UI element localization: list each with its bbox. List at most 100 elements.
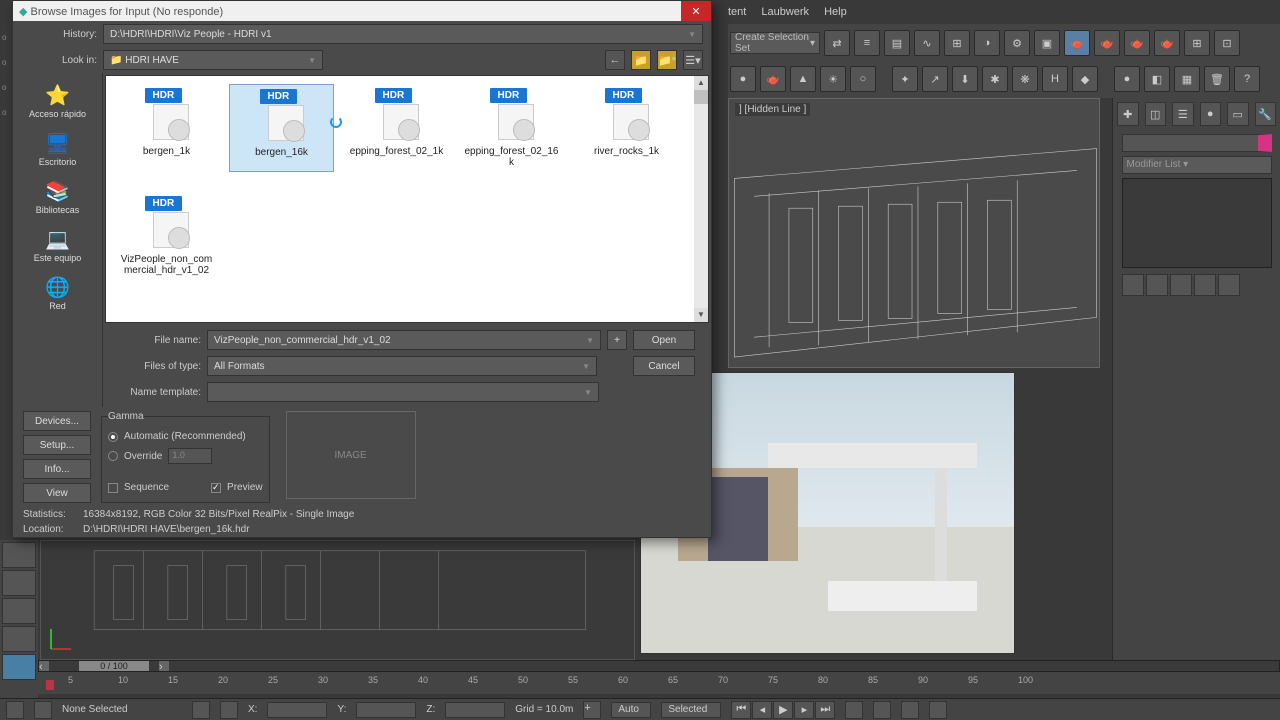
file-item[interactable]: HDRriver_rocks_1k [574, 84, 679, 172]
history-combo[interactable]: D:\HDRI\HDRI\Viz People - HDRI v1▼ [103, 24, 703, 44]
time-current-marker[interactable] [46, 680, 54, 690]
gamma-auto-radio[interactable] [108, 432, 118, 442]
file-scrollbar[interactable]: ▲ ▼ [694, 76, 708, 322]
menu-laubwerk[interactable]: Laubwerk [761, 6, 809, 18]
time-ruler[interactable]: 5101520253035404550556065707580859095100 [38, 672, 1280, 694]
shade-help-icon[interactable]: ? [1234, 66, 1260, 92]
gamma-spinner[interactable]: 1.0 [168, 448, 212, 464]
obj-sun-icon[interactable]: ☀ [820, 66, 846, 92]
preview-checkbox[interactable] [211, 483, 221, 493]
layout-btn-2[interactable] [2, 570, 36, 596]
file-item[interactable]: HDRbergen_1k [114, 84, 219, 172]
place-este-equipo[interactable]: 💻Este equipo [13, 221, 102, 269]
dialog-titlebar[interactable]: Browse Images for Input (No responde) ✕ [13, 1, 711, 21]
goto-start-icon[interactable]: ⏮ [731, 701, 751, 719]
time-slider-knob[interactable]: 0 / 100 [79, 661, 149, 671]
toolbar-teapot4-icon[interactable]: 🫖 [1154, 30, 1180, 56]
nav-zoom-icon[interactable] [873, 701, 891, 719]
layout-btn-1[interactable] [2, 542, 36, 568]
setup-button[interactable]: Setup... [23, 435, 91, 455]
fx-gravity-icon[interactable]: ⬇ [952, 66, 978, 92]
nav-pan-icon[interactable] [845, 701, 863, 719]
show-end-icon[interactable] [1146, 274, 1168, 296]
toolbar-render-icon[interactable]: 🫖 [1064, 30, 1090, 56]
obj-sphere-icon[interactable]: ● [730, 66, 756, 92]
toolbar-align-icon[interactable]: ≡ [854, 30, 880, 56]
place-escritorio[interactable]: 🖥Escritorio [13, 125, 102, 173]
scroll-down-icon[interactable]: ▼ [694, 308, 708, 322]
shade-box-icon[interactable]: ◧ [1144, 66, 1170, 92]
nav-up-icon[interactable]: 📁 [631, 50, 651, 70]
nav-max-icon[interactable] [929, 701, 947, 719]
place-bibliotecas[interactable]: 📚Bibliotecas [13, 173, 102, 221]
devices-button[interactable]: Devices... [23, 411, 91, 431]
menu-help[interactable]: Help [824, 6, 847, 18]
toolbar-render-setup-icon[interactable]: ⚙ [1004, 30, 1030, 56]
prev-frame-icon[interactable]: ◂ [752, 701, 772, 719]
view-button[interactable]: View [23, 483, 91, 503]
filename-plus-button[interactable]: + [607, 330, 627, 350]
hierarchy-tab-icon[interactable]: ☰ [1172, 102, 1194, 126]
keymode-combo[interactable]: Selected [661, 702, 721, 718]
time-scroll-right-icon[interactable]: › [159, 661, 169, 671]
shade-sphere-icon[interactable]: ● [1114, 66, 1140, 92]
pin-stack-icon[interactable] [1122, 274, 1144, 296]
viewport-orthographic[interactable] [40, 540, 635, 660]
file-item[interactable]: HDRVizPeople_non_commercial_hdr_v1_02 [114, 192, 219, 280]
fx-particle-icon[interactable]: ✦ [892, 66, 918, 92]
nav-orbit-icon[interactable] [901, 701, 919, 719]
create-tab-icon[interactable]: ✚ [1117, 102, 1139, 126]
modify-tab-icon[interactable]: ◫ [1145, 102, 1167, 126]
file-list-area[interactable]: HDRbergen_1kHDRbergen_16kHDRepping_fores… [105, 75, 709, 323]
play-icon[interactable]: ▶ [773, 701, 793, 719]
place-red[interactable]: 🌐Red [13, 269, 102, 317]
scroll-thumb[interactable] [694, 90, 708, 104]
toolbar-snap-icon[interactable]: ⊡ [1214, 30, 1240, 56]
info-button[interactable]: Info... [23, 459, 91, 479]
goto-end-icon[interactable]: ⏭ [815, 701, 835, 719]
obj-circle-icon[interactable]: ○ [850, 66, 876, 92]
autokey-button[interactable]: Auto [611, 702, 651, 718]
remove-mod-icon[interactable] [1194, 274, 1216, 296]
sequence-row[interactable]: Sequence Preview [108, 479, 263, 496]
place-acceso-rápido[interactable]: ⭐Acceso rápido [13, 77, 102, 125]
layout-btn-active[interactable] [2, 654, 36, 680]
nav-newfolder-icon[interactable]: 📁* [657, 50, 677, 70]
transform-lock-icon[interactable] [220, 701, 238, 719]
unique-icon[interactable] [1170, 274, 1192, 296]
shade-trash-icon[interactable]: 🗑 [1204, 66, 1230, 92]
toolbar-grid-icon[interactable]: ⊞ [1184, 30, 1210, 56]
nametpl-combo[interactable]: ▼ [207, 382, 599, 402]
toolbar-material-icon[interactable]: ◑ [974, 30, 1000, 56]
toolbar-teapot3-icon[interactable]: 🫖 [1124, 30, 1150, 56]
modifier-stack[interactable] [1122, 178, 1272, 268]
obj-teapot-icon[interactable]: 🫖 [760, 66, 786, 92]
coord-sys-icon[interactable] [192, 701, 210, 719]
nav-back-icon[interactable]: ← [605, 50, 625, 70]
open-button[interactable]: Open [633, 330, 695, 350]
layout-btn-3[interactable] [2, 598, 36, 624]
toolbar-teapot2-icon[interactable]: 🫖 [1094, 30, 1120, 56]
config-mod-icon[interactable] [1218, 274, 1240, 296]
selection-set-combo[interactable]: Create Selection Set▾ [730, 32, 820, 54]
layout-btn-4[interactable] [2, 626, 36, 652]
toolbar-mirror-icon[interactable]: ⇄ [824, 30, 850, 56]
toolbar-layers-icon[interactable]: ▤ [884, 30, 910, 56]
dialog-close-button[interactable]: ✕ [681, 1, 711, 21]
nav-viewmode-icon[interactable]: ☰▾ [683, 50, 703, 70]
utilities-tab-icon[interactable]: 🔧 [1255, 102, 1277, 126]
file-item[interactable]: HDRepping_forest_02_1k [344, 84, 449, 172]
scroll-up-icon[interactable]: ▲ [694, 76, 708, 90]
menu-content[interactable]: tent [728, 6, 746, 18]
add-time-tag-icon[interactable]: + [583, 701, 601, 719]
fx-deflector-icon[interactable]: ✱ [982, 66, 1008, 92]
toolbar-schematic-icon[interactable]: ⊞ [944, 30, 970, 56]
file-item[interactable]: HDRepping_forest_02_16k [459, 84, 564, 172]
fx-text-icon[interactable]: H [1042, 66, 1068, 92]
sequence-checkbox[interactable] [108, 483, 118, 493]
obj-cone-icon[interactable]: ▲ [790, 66, 816, 92]
fx-foliage-icon[interactable]: ❋ [1012, 66, 1038, 92]
filetype-combo[interactable]: All Formats▼ [207, 356, 597, 376]
gamma-auto-row[interactable]: Automatic (Recommended) [108, 428, 263, 445]
lookin-combo[interactable]: 📁 HDRI HAVE▼ [103, 50, 323, 70]
